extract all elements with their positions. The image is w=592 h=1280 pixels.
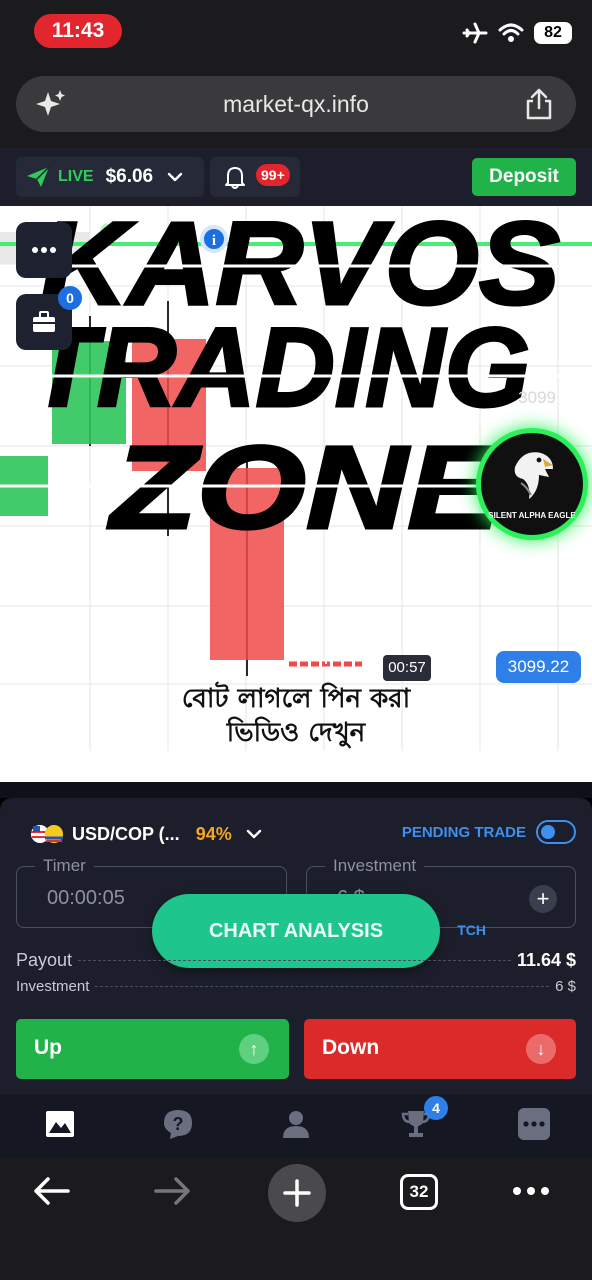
plus-icon — [283, 1179, 311, 1207]
toggle-knob — [541, 825, 555, 839]
trading-panel: USD/COP (... 94% PENDING TRADE Timer 00:… — [0, 798, 592, 1094]
eagle-logo-icon — [514, 452, 553, 499]
platform-header: LIVE $6.06 99+ Deposit — [0, 148, 592, 206]
help-icon: ? — [164, 1110, 192, 1139]
overlay-title-line-2: TRADING — [30, 305, 530, 430]
chart-menu-button[interactable] — [16, 222, 72, 278]
candle-countdown: 00:57 — [383, 655, 431, 681]
caption-line-1: বোট লাগলে পিন করা — [181, 684, 411, 714]
nav-help[interactable]: ? — [162, 1108, 194, 1140]
caption-line-2: ভিডিও দেখুন — [226, 718, 366, 748]
share-icon[interactable] — [524, 87, 554, 121]
account-mode: LIVE — [58, 168, 94, 185]
new-tab-button[interactable] — [268, 1164, 326, 1222]
status-time: 11:43 — [34, 14, 122, 48]
svg-text:?: ? — [173, 1114, 184, 1134]
avatar-label: SILENT ALPHA EAGLE — [488, 511, 576, 520]
chevron-down-icon — [246, 829, 261, 839]
overlay-title-line-3: ZONE — [107, 422, 504, 536]
timer-value[interactable]: 00:00:05 — [47, 887, 125, 910]
notifications-button[interactable]: 99+ — [210, 157, 300, 197]
nav-profile[interactable] — [280, 1108, 312, 1140]
up-label: Up — [34, 1036, 62, 1059]
paper-plane-icon — [27, 166, 50, 187]
investment-row-value: 6 $ — [555, 978, 576, 995]
tabs-button[interactable]: 32 — [400, 1174, 438, 1210]
battery-icon: 82 — [534, 22, 572, 44]
wifi-icon — [498, 23, 524, 42]
portfolio-button[interactable]: 0 — [16, 286, 82, 350]
bottom-navigation: ? 4 — [0, 1094, 592, 1158]
profile-icon — [283, 1111, 309, 1138]
notifications-badge: 99+ — [256, 164, 290, 186]
investment-row: Investment 6 $ — [16, 978, 576, 995]
address-bar[interactable]: market-qx.info — [16, 76, 576, 132]
flag-icon — [31, 825, 63, 843]
airplane-icon — [462, 22, 488, 44]
investment-legend: Investment — [325, 856, 425, 876]
chart-icon — [46, 1111, 74, 1137]
price-scale-label: 3099 — [518, 388, 556, 407]
payout-row: Payout 11.64 $ — [16, 950, 576, 971]
asset-payout-percent: 94% — [195, 823, 232, 844]
account-balance: $6.06 — [105, 166, 154, 187]
nav-chart[interactable] — [44, 1108, 76, 1140]
down-label: Down — [322, 1036, 380, 1059]
account-selector[interactable]: LIVE $6.06 — [16, 157, 204, 197]
status-bar: 11:43 82 — [0, 0, 592, 66]
url-text[interactable]: market-qx.info — [16, 76, 576, 132]
investment-row-label: Investment — [16, 978, 90, 995]
pending-trade-toggle[interactable]: PENDING TRADE — [402, 820, 576, 844]
channel-avatar: SILENT ALPHA EAGLE — [476, 428, 588, 540]
up-button[interactable]: Up ↑ — [16, 1019, 289, 1079]
timer-legend: Timer — [35, 856, 94, 876]
investment-increase-button[interactable]: + — [529, 885, 557, 913]
pending-trade-label: PENDING TRADE — [401, 823, 526, 841]
payout-label: Payout — [16, 950, 73, 970]
payout-value: 11.64 $ — [516, 950, 576, 970]
panel-divider — [0, 782, 592, 798]
nav-more[interactable] — [518, 1108, 550, 1140]
briefcase-icon — [33, 311, 55, 332]
tournaments-badge: 4 — [424, 1096, 448, 1120]
down-button[interactable]: Down ↓ — [304, 1019, 576, 1079]
asset-selector[interactable]: USD/COP (... 94% — [30, 820, 262, 848]
arrow-up-icon: ↑ — [239, 1034, 269, 1064]
forward-arrow-icon[interactable] — [154, 1176, 192, 1206]
asset-name: USD/COP (... — [72, 823, 180, 844]
more-icon — [518, 1108, 550, 1140]
more-menu-icon[interactable] — [512, 1186, 550, 1196]
browser-toolbar: 32 — [0, 1158, 592, 1280]
current-price-tag: 3099.22 — [496, 651, 581, 683]
back-arrow-icon[interactable] — [32, 1176, 70, 1206]
arrow-down-icon: ↓ — [526, 1034, 556, 1064]
price-chart[interactable]: i KARVOS TRADING ZONE 0 3099 00:57 3099.… — [0, 206, 592, 782]
switch-label[interactable]: TCH — [457, 922, 486, 938]
deposit-button[interactable]: Deposit — [472, 158, 576, 196]
more-dots-icon — [32, 247, 56, 253]
bell-icon — [225, 167, 245, 189]
chevron-down-icon — [167, 172, 183, 182]
video-caption: বোট লাগলে পিন করা ভিডিও দেখুন — [0, 682, 592, 750]
pending-trade-switch[interactable] — [536, 820, 576, 844]
browser-address-area: market-qx.info — [0, 66, 592, 148]
portfolio-badge: 0 — [58, 286, 82, 310]
nav-tournaments[interactable]: 4 — [400, 1096, 448, 1140]
